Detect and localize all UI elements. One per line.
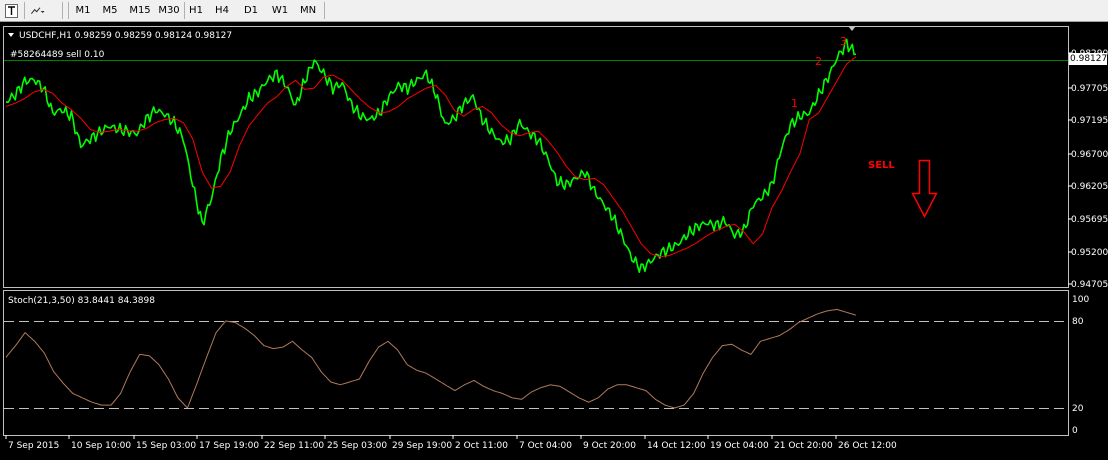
time-tick: 22 Sep 11:00 xyxy=(264,441,324,451)
wave-label-3: 3 xyxy=(840,35,847,48)
time-tick: 21 Oct 20:00 xyxy=(774,441,833,451)
sell-signal-label: SELL xyxy=(868,160,895,171)
timeframe-m15-button[interactable]: M15 xyxy=(127,2,153,19)
price-axis: 0.98290 0.97705 0.97195 0.96700 0.96205 … xyxy=(1068,49,1108,290)
current-price-tag: 0.98127 xyxy=(1069,53,1108,65)
stoch-tick: 80 xyxy=(1072,317,1084,327)
chart-shift-icon[interactable] xyxy=(848,26,856,31)
time-tick: 10 Sep 10:00 xyxy=(71,441,131,451)
price-tick: 0.95695 xyxy=(1071,215,1108,225)
symbol-menu-icon[interactable] xyxy=(8,33,14,37)
wave-label-2: 2 xyxy=(815,55,822,68)
toolbar: M1 M5 M15 M30 H1 H4 D1 W1 MN xyxy=(0,0,1108,22)
stoch-line xyxy=(5,308,857,409)
time-tick: 15 Sep 03:00 xyxy=(136,441,196,451)
time-tick: 17 Sep 19:00 xyxy=(199,441,259,451)
sell-arrow-icon xyxy=(911,159,938,219)
price-tick: 0.95200 xyxy=(1071,248,1108,258)
time-axis: 7 Sep 2015 10 Sep 10:00 15 Sep 03:00 17 Sep… xyxy=(5,435,897,451)
price-tick: 0.97705 xyxy=(1071,84,1108,94)
time-tick: 29 Sep 19:00 xyxy=(392,441,452,451)
timeframe-mn-button[interactable]: MN xyxy=(295,2,321,19)
timeframe-d1-button[interactable]: D1 xyxy=(240,2,262,19)
time-tick: 19 Oct 04:00 xyxy=(710,441,769,451)
price-panel-frame xyxy=(3,26,1069,288)
time-tick: 14 Oct 12:00 xyxy=(647,441,706,451)
timeframe-h4-button[interactable]: H4 xyxy=(212,2,232,19)
time-tick: 7 Oct 04:00 xyxy=(519,441,572,451)
timeframe-m30-button[interactable]: M30 xyxy=(156,2,182,19)
ma-line xyxy=(5,56,857,258)
price-series xyxy=(5,38,857,273)
order-label: #58264489 sell 0.10 xyxy=(10,50,105,60)
price-tick: 0.96700 xyxy=(1071,150,1108,160)
time-tick: 2 Oct 11:00 xyxy=(455,441,508,451)
stoch-label: Stoch(21,3,50) 83.8441 84.3898 xyxy=(8,296,155,306)
time-tick: 7 Sep 2015 xyxy=(8,441,59,451)
stoch-axis: 100 80 20 0 xyxy=(1072,295,1089,436)
time-tick: 9 Oct 20:00 xyxy=(583,441,636,451)
price-tick: 0.96205 xyxy=(1071,182,1108,192)
stoch-tick: 20 xyxy=(1072,404,1084,414)
price-tick: 0.94705 xyxy=(1071,280,1108,290)
timeframe-h1-button[interactable]: H1 xyxy=(186,2,206,19)
wave-label-1: 1 xyxy=(791,97,798,110)
stoch-series xyxy=(5,308,857,409)
text-tool-icon[interactable] xyxy=(4,3,20,19)
time-tick: 25 Sep 03:00 xyxy=(327,441,387,451)
symbol-header: USDCHF,H1 0.98259 0.98259 0.98124 0.9812… xyxy=(19,31,232,41)
stoch-panel-frame xyxy=(3,290,1069,436)
timeframe-m1-button[interactable]: M1 xyxy=(72,2,94,19)
objects-dropdown-icon[interactable] xyxy=(30,3,46,19)
timeframe-w1-button[interactable]: W1 xyxy=(268,2,292,19)
chart-window[interactable]: USDCHF,H1 0.98259 0.98259 0.98124 0.9812… xyxy=(0,23,1108,460)
time-tick: 26 Oct 12:00 xyxy=(838,441,897,451)
stoch-tick: 100 xyxy=(1072,295,1089,305)
ma-series xyxy=(5,56,857,258)
price-tick: 0.97195 xyxy=(1071,116,1108,126)
timeframe-m5-button[interactable]: M5 xyxy=(99,2,121,19)
stoch-tick: 0 xyxy=(1072,426,1078,436)
price-line xyxy=(5,38,857,273)
